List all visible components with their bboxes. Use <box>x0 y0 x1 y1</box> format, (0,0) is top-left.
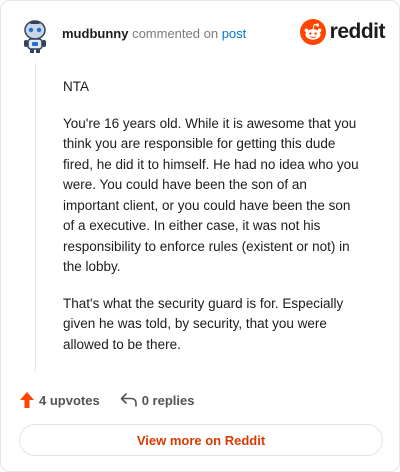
snoo-robot-avatar-icon <box>18 17 52 53</box>
comment-actions: 4 upvotes 0 replies <box>19 389 194 411</box>
reddit-snoo-logo-icon <box>299 19 326 45</box>
upvote-arrow-icon <box>20 392 34 408</box>
upvote-count: 4 upvotes <box>39 392 100 408</box>
reply-arrow-icon <box>120 393 137 407</box>
comment-body: NTA You're 16 years old. While it is awe… <box>63 77 363 371</box>
comment-paragraph: You're 16 years old. While it is awesome… <box>63 115 359 275</box>
commented-on-text: commented on <box>132 26 219 41</box>
reddit-wordmark: reddit <box>329 20 386 43</box>
reddit-logo[interactable]: reddit <box>299 19 386 45</box>
comment-meta: mudbunny commented on post <box>62 26 246 42</box>
post-link[interactable]: post <box>222 26 247 41</box>
replies-button[interactable]: 0 replies <box>120 392 195 408</box>
thread-line[interactable] <box>35 63 36 371</box>
user-avatar[interactable] <box>18 17 52 53</box>
username-link[interactable]: mudbunny <box>62 26 128 41</box>
comment-paragraph: NTA <box>63 79 89 94</box>
reply-count: 0 replies <box>141 392 195 408</box>
upvote-button[interactable]: 4 upvotes <box>19 391 100 409</box>
embedded-comment-card: mudbunny commented on post reddit NTA Yo… <box>0 0 400 472</box>
view-more-on-reddit-button[interactable]: View more on Reddit <box>19 424 383 456</box>
comment-paragraph: That's what the security guard is for. E… <box>63 295 344 352</box>
comment-header: mudbunny commented on post reddit <box>18 15 386 55</box>
